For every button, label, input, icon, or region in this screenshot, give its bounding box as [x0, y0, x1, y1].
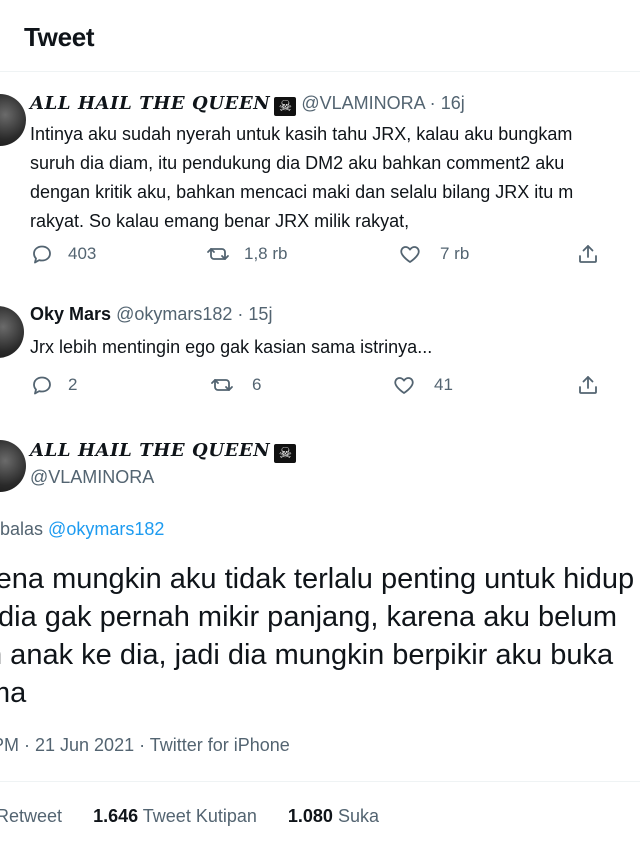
tweet-text-line: Intinya aku sudah nyerah untuk kasih tah…	[30, 124, 573, 144]
like-button[interactable]: 7 rb	[398, 242, 469, 266]
tweet-actions: 2 6 41	[0, 373, 640, 403]
handle[interactable]: @VLAMINORA	[301, 93, 424, 113]
like-label: Suka	[337, 806, 379, 826]
replying-to: balas @okymars182	[0, 519, 164, 540]
handle[interactable]: @okymars182	[116, 304, 232, 324]
avatar[interactable]	[0, 440, 26, 492]
retweet-stat[interactable]: Retweet	[0, 806, 62, 826]
share-icon	[579, 376, 597, 394]
retweet-count: 1,8 rb	[244, 244, 288, 263]
tweet-text-line: rakyat. So kalau emang benar JRX milik r…	[30, 211, 410, 231]
retweet-button[interactable]: 1,8 rb	[206, 242, 287, 266]
like-stat[interactable]: 1.080 Suka	[288, 806, 379, 826]
reply-prefix: balas	[0, 519, 44, 539]
reply-icon	[33, 245, 51, 264]
tweet-header: ALL HAIL THE QUEEN ☠ @VLAMINORA · 16j	[30, 93, 465, 116]
tweet-text-line: dengan kritik aku, bahkan mencaci maki d…	[30, 182, 574, 202]
reply-button[interactable]: 2	[30, 373, 77, 397]
reply-button[interactable]: 403	[30, 242, 96, 266]
skull-crossbones-icon: ☠	[274, 97, 297, 116]
reply-count: 403	[68, 244, 97, 263]
like-count: 41	[434, 375, 453, 394]
share-button[interactable]	[576, 242, 600, 266]
share-icon	[579, 245, 597, 263]
reply-icon	[33, 376, 51, 395]
retweet-label: Retweet	[0, 806, 63, 826]
heart-icon	[400, 246, 420, 263]
skull-crossbones-icon: ☠	[274, 444, 297, 463]
main-tweet-handle-line: @VLAMINORA	[30, 467, 154, 488]
display-name[interactable]: ALL HAIL THE QUEEN	[30, 93, 270, 114]
quote-count: 1.646	[93, 806, 139, 826]
reply-count: 2	[68, 375, 78, 394]
tweet-stats: Retweet 1.646 Tweet Kutipan 1.080 Suka	[0, 806, 397, 827]
retweet-count: 6	[252, 375, 262, 394]
retweet-icon	[211, 379, 233, 391]
tweet-text-line: h anak ke dia, jadi dia mungkin berpikir…	[0, 639, 614, 671]
mention-link[interactable]: @okymars182	[48, 519, 164, 539]
tweet-actions: 403 1,8 rb 7 rb	[0, 242, 640, 272]
tweet-text-line: dia gak pernah mikir panjang, karena aku…	[0, 601, 618, 633]
like-button[interactable]: 41	[392, 373, 453, 397]
tweet-text: Intinya aku sudah nyerah untuk kasih tah…	[30, 120, 573, 236]
page-header: Tweet	[0, 0, 640, 72]
separator-dot: ·	[429, 93, 436, 113]
tweet-meta: PM · 21 Jun 2021 · Twitter for iPhone	[0, 735, 290, 755]
quote-label: Tweet Kutipan	[142, 806, 257, 826]
heart-icon	[394, 377, 414, 394]
main-tweet-name: ALL HAIL THE QUEEN ☠	[30, 440, 297, 463]
page-title: Tweet	[24, 22, 95, 52]
tweet-text-line: rena mungkin aku tidak terlalu penting u…	[0, 563, 635, 595]
like-count: 1.080	[287, 806, 333, 826]
quote-stat[interactable]: 1.646 Tweet Kutipan	[93, 806, 257, 826]
tweet-text-line: suruh dia diam, itu pendukung dia DM2 ak…	[30, 153, 565, 173]
tweet-text-line: ma	[0, 677, 27, 709]
retweet-button[interactable]: 6	[210, 373, 261, 397]
display-name[interactable]: Oky Mars	[30, 304, 111, 324]
handle[interactable]: @VLAMINORA	[30, 467, 154, 487]
retweet-icon	[207, 248, 229, 260]
display-name[interactable]: ALL HAIL THE QUEEN	[30, 440, 270, 461]
avatar[interactable]	[0, 306, 24, 358]
share-button[interactable]	[576, 373, 600, 397]
avatar[interactable]	[0, 94, 26, 146]
tweet-header: Oky Mars @okymars182 · 15j	[30, 304, 272, 325]
like-count: 7 rb	[440, 244, 470, 263]
separator-dot: ·	[237, 304, 244, 324]
tweet-text-line: Jrx lebih mentingin ego gak kasian sama …	[30, 337, 433, 357]
main-tweet-text: rena mungkin aku tidak terlalu penting u…	[0, 560, 634, 712]
tweet-text: Jrx lebih mentingin ego gak kasian sama …	[30, 333, 432, 362]
timestamp[interactable]: 15j	[248, 304, 272, 324]
timestamp[interactable]: 16j	[441, 93, 465, 113]
divider	[0, 781, 640, 782]
